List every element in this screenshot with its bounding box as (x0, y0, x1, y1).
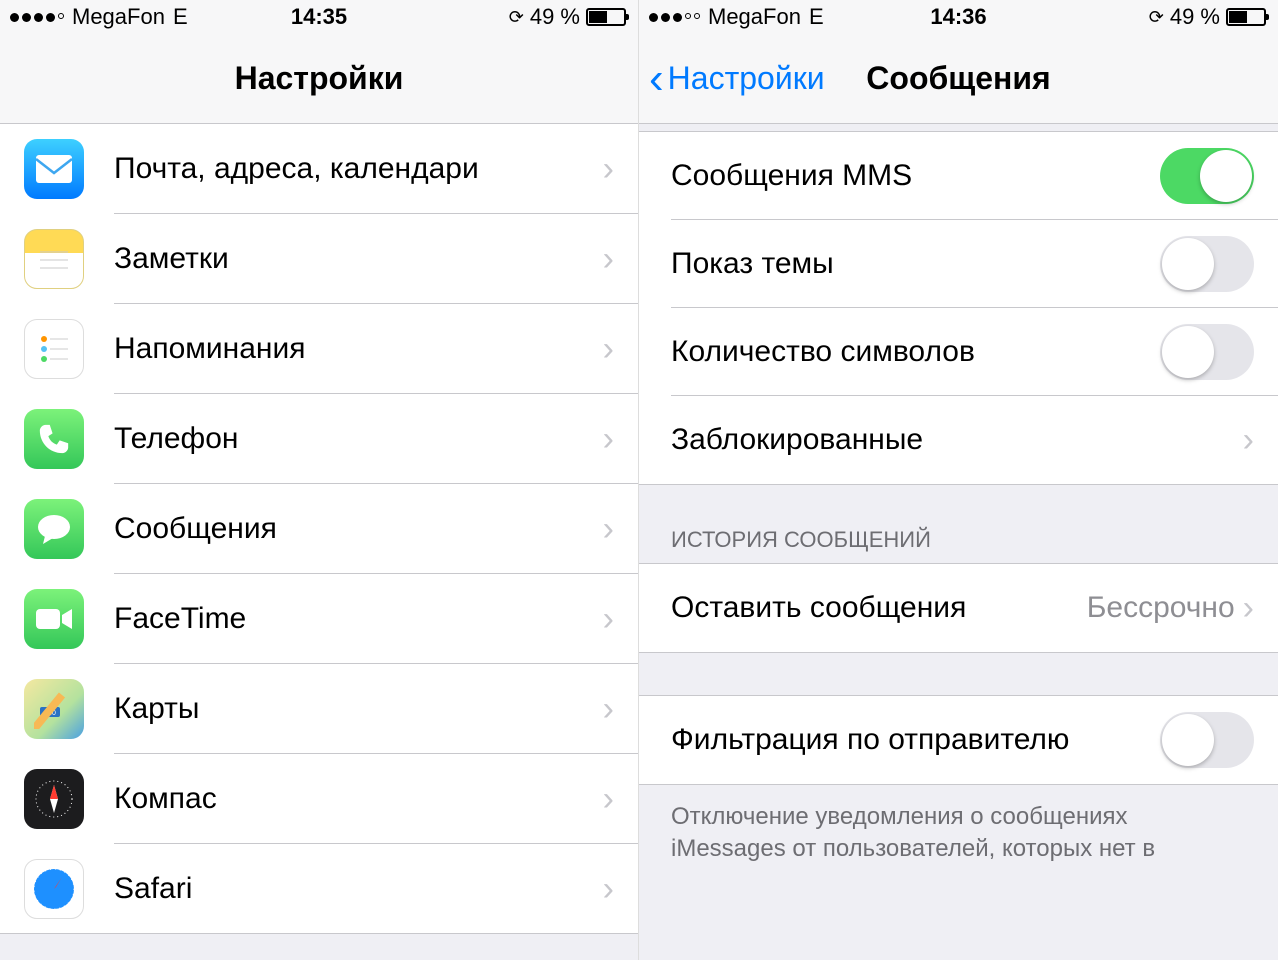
phone-icon (24, 409, 84, 469)
section-footer: Отключение уведомления о сообщениях iMes… (639, 784, 1278, 866)
row-show-subject[interactable]: Показ темы (639, 220, 1278, 308)
settings-item-notes[interactable]: Заметки › (0, 214, 638, 304)
settings-item-label: Компас (114, 782, 603, 816)
page-title: Настройки (235, 60, 404, 97)
settings-item-label: Телефон (114, 422, 603, 456)
row-label: Фильтрация по отправителю (671, 723, 1160, 757)
settings-item-safari[interactable]: Safari › (0, 844, 638, 934)
row-label: Оставить сообщения (671, 591, 1087, 625)
nav-bar: ‹ Настройки Сообщения (639, 34, 1278, 124)
row-mms-messages[interactable]: Сообщения MMS (639, 132, 1278, 220)
row-label: Количество символов (671, 335, 1160, 369)
settings-item-label: Safari (114, 872, 603, 906)
char-count-toggle[interactable] (1160, 324, 1254, 380)
notes-icon (24, 229, 84, 289)
settings-item-maps[interactable]: 280 Карты › (0, 664, 638, 754)
settings-item-phone[interactable]: Телефон › (0, 394, 638, 484)
chevron-right-icon: › (603, 330, 614, 369)
chevron-left-icon: ‹ (649, 57, 664, 101)
chevron-right-icon: › (603, 780, 614, 819)
settings-item-label: Напоминания (114, 332, 603, 366)
row-value: Бессрочно (1087, 591, 1235, 625)
row-label: Показ темы (671, 247, 1160, 281)
settings-item-label: Сообщения (114, 512, 603, 546)
carrier-label: MegaFon (708, 4, 801, 30)
chevron-right-icon: › (1243, 421, 1254, 460)
settings-item-compass[interactable]: Компас › (0, 754, 638, 844)
row-label: Сообщения MMS (671, 159, 1160, 193)
facetime-icon (24, 589, 84, 649)
chevron-right-icon: › (603, 150, 614, 189)
mail-icon (24, 139, 84, 199)
safari-icon (24, 859, 84, 919)
settings-item-mail[interactable]: Почта, адреса, календари › (0, 124, 638, 214)
messages-settings-list[interactable]: Сообщения MMS Показ темы Количество симв… (639, 124, 1278, 960)
nav-bar: Настройки (0, 34, 638, 124)
settings-item-messages[interactable]: Сообщения › (0, 484, 638, 574)
maps-icon: 280 (24, 679, 84, 739)
network-type: E (809, 4, 824, 30)
row-blocked[interactable]: Заблокированные › (639, 396, 1278, 484)
page-title: Сообщения (866, 60, 1050, 97)
reminders-icon (24, 319, 84, 379)
settings-item-label: Карты (114, 692, 603, 726)
filter-toggle[interactable] (1160, 712, 1254, 768)
subject-toggle[interactable] (1160, 236, 1254, 292)
network-type: E (173, 4, 188, 30)
orientation-lock-icon: ⟳ (1149, 7, 1164, 28)
chevron-right-icon: › (603, 870, 614, 909)
battery-icon (586, 8, 626, 26)
row-keep-messages[interactable]: Оставить сообщения Бессрочно › (639, 564, 1278, 652)
settings-list[interactable]: Почта, адреса, календари › Заметки › (0, 124, 638, 960)
signal-strength-icon (10, 13, 64, 22)
messages-icon (24, 499, 84, 559)
back-label: Настройки (668, 60, 825, 97)
status-bar: MegaFon E 14:35 ⟳ 49 % (0, 0, 638, 34)
settings-item-reminders[interactable]: Напоминания › (0, 304, 638, 394)
chevron-right-icon: › (1243, 589, 1254, 628)
settings-item-facetime[interactable]: FaceTime › (0, 574, 638, 664)
chevron-right-icon: › (603, 510, 614, 549)
chevron-right-icon: › (603, 240, 614, 279)
row-filter-sender[interactable]: Фильтрация по отправителю (639, 696, 1278, 784)
settings-item-label: Почта, адреса, календари (114, 152, 603, 186)
row-char-count[interactable]: Количество символов (639, 308, 1278, 396)
carrier-label: MegaFon (72, 4, 165, 30)
signal-strength-icon (649, 13, 700, 22)
back-button[interactable]: ‹ Настройки (649, 57, 825, 101)
orientation-lock-icon: ⟳ (509, 7, 524, 28)
compass-icon (24, 769, 84, 829)
section-header-history: ИСТОРИЯ СООБЩЕНИЙ (639, 484, 1278, 564)
clock: 14:36 (930, 4, 986, 30)
mms-toggle[interactable] (1160, 148, 1254, 204)
footer-label: Отключение уведомления о сообщениях iMes… (671, 803, 1155, 862)
section-header-label: ИСТОРИЯ СООБЩЕНИЙ (671, 527, 931, 553)
settings-screen: MegaFon E 14:35 ⟳ 49 % Настройки Почта, … (0, 0, 639, 960)
battery-percent: 49 % (530, 4, 580, 30)
chevron-right-icon: › (603, 690, 614, 729)
battery-percent: 49 % (1170, 4, 1220, 30)
clock: 14:35 (291, 4, 347, 30)
chevron-right-icon: › (603, 420, 614, 459)
chevron-right-icon: › (603, 600, 614, 639)
status-bar: MegaFon E 14:36 ⟳ 49 % (639, 0, 1278, 34)
row-label: Заблокированные (671, 423, 1243, 457)
battery-icon (1226, 8, 1266, 26)
settings-item-label: FaceTime (114, 602, 603, 636)
messages-settings-screen: MegaFon E 14:36 ⟳ 49 % ‹ Настройки Сообщ… (639, 0, 1278, 960)
section-gap (639, 652, 1278, 696)
settings-item-label: Заметки (114, 242, 603, 276)
